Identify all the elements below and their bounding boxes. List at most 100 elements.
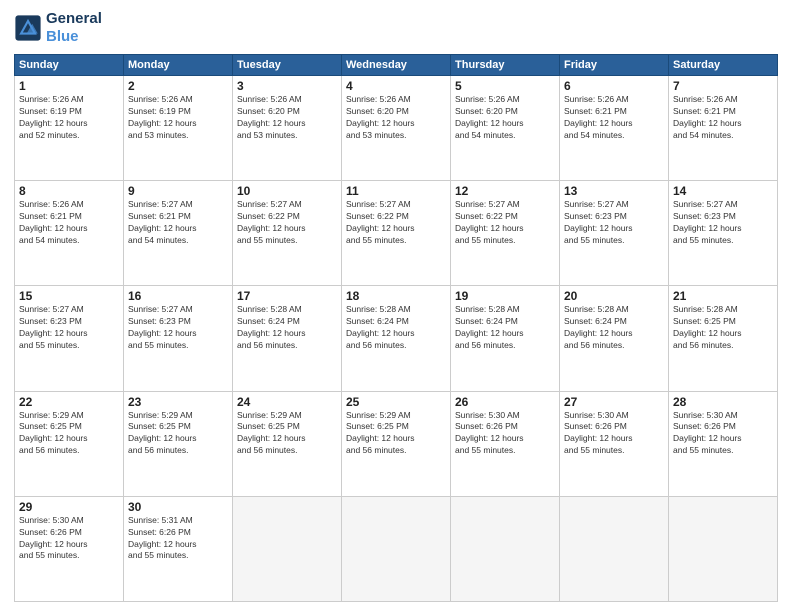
cell-content: Sunrise: 5:30 AMSunset: 6:26 PMDaylight:… xyxy=(673,410,773,458)
day-number: 17 xyxy=(237,289,337,303)
weekday-header: Thursday xyxy=(451,55,560,76)
calendar-cell: 27Sunrise: 5:30 AMSunset: 6:26 PMDayligh… xyxy=(560,391,669,496)
calendar-week-row: 22Sunrise: 5:29 AMSunset: 6:25 PMDayligh… xyxy=(15,391,778,496)
calendar-cell: 14Sunrise: 5:27 AMSunset: 6:23 PMDayligh… xyxy=(669,181,778,286)
calendar-week-row: 15Sunrise: 5:27 AMSunset: 6:23 PMDayligh… xyxy=(15,286,778,391)
weekday-header: Wednesday xyxy=(342,55,451,76)
day-number: 6 xyxy=(564,79,664,93)
day-number: 9 xyxy=(128,184,228,198)
day-number: 30 xyxy=(128,500,228,514)
calendar-cell: 20Sunrise: 5:28 AMSunset: 6:24 PMDayligh… xyxy=(560,286,669,391)
day-number: 27 xyxy=(564,395,664,409)
calendar-cell: 12Sunrise: 5:27 AMSunset: 6:22 PMDayligh… xyxy=(451,181,560,286)
day-number: 21 xyxy=(673,289,773,303)
calendar-cell: 24Sunrise: 5:29 AMSunset: 6:25 PMDayligh… xyxy=(233,391,342,496)
cell-content: Sunrise: 5:27 AMSunset: 6:22 PMDaylight:… xyxy=(346,199,446,247)
calendar-cell xyxy=(233,496,342,601)
calendar-week-row: 1Sunrise: 5:26 AMSunset: 6:19 PMDaylight… xyxy=(15,76,778,181)
calendar-header-row: SundayMondayTuesdayWednesdayThursdayFrid… xyxy=(15,55,778,76)
calendar-cell xyxy=(560,496,669,601)
cell-content: Sunrise: 5:26 AMSunset: 6:21 PMDaylight:… xyxy=(564,94,664,142)
calendar-cell xyxy=(342,496,451,601)
day-number: 25 xyxy=(346,395,446,409)
calendar-cell: 16Sunrise: 5:27 AMSunset: 6:23 PMDayligh… xyxy=(124,286,233,391)
day-number: 13 xyxy=(564,184,664,198)
day-number: 4 xyxy=(346,79,446,93)
day-number: 3 xyxy=(237,79,337,93)
cell-content: Sunrise: 5:28 AMSunset: 6:24 PMDaylight:… xyxy=(564,304,664,352)
calendar-week-row: 29Sunrise: 5:30 AMSunset: 6:26 PMDayligh… xyxy=(15,496,778,601)
weekday-header: Monday xyxy=(124,55,233,76)
calendar-cell xyxy=(451,496,560,601)
calendar-cell: 7Sunrise: 5:26 AMSunset: 6:21 PMDaylight… xyxy=(669,76,778,181)
day-number: 29 xyxy=(19,500,119,514)
day-number: 26 xyxy=(455,395,555,409)
calendar-cell: 6Sunrise: 5:26 AMSunset: 6:21 PMDaylight… xyxy=(560,76,669,181)
day-number: 24 xyxy=(237,395,337,409)
weekday-header: Sunday xyxy=(15,55,124,76)
day-number: 7 xyxy=(673,79,773,93)
logo-text: General Blue xyxy=(46,10,102,46)
calendar-cell: 18Sunrise: 5:28 AMSunset: 6:24 PMDayligh… xyxy=(342,286,451,391)
logo: General Blue xyxy=(14,10,102,46)
cell-content: Sunrise: 5:28 AMSunset: 6:24 PMDaylight:… xyxy=(346,304,446,352)
cell-content: Sunrise: 5:30 AMSunset: 6:26 PMDaylight:… xyxy=(564,410,664,458)
day-number: 10 xyxy=(237,184,337,198)
day-number: 19 xyxy=(455,289,555,303)
cell-content: Sunrise: 5:27 AMSunset: 6:23 PMDaylight:… xyxy=(128,304,228,352)
calendar-cell: 17Sunrise: 5:28 AMSunset: 6:24 PMDayligh… xyxy=(233,286,342,391)
calendar-cell: 15Sunrise: 5:27 AMSunset: 6:23 PMDayligh… xyxy=(15,286,124,391)
cell-content: Sunrise: 5:28 AMSunset: 6:24 PMDaylight:… xyxy=(455,304,555,352)
cell-content: Sunrise: 5:31 AMSunset: 6:26 PMDaylight:… xyxy=(128,515,228,563)
day-number: 23 xyxy=(128,395,228,409)
day-number: 11 xyxy=(346,184,446,198)
calendar-cell: 2Sunrise: 5:26 AMSunset: 6:19 PMDaylight… xyxy=(124,76,233,181)
day-number: 5 xyxy=(455,79,555,93)
calendar-cell: 26Sunrise: 5:30 AMSunset: 6:26 PMDayligh… xyxy=(451,391,560,496)
calendar-cell: 9Sunrise: 5:27 AMSunset: 6:21 PMDaylight… xyxy=(124,181,233,286)
logo-icon xyxy=(14,14,42,42)
calendar-cell: 13Sunrise: 5:27 AMSunset: 6:23 PMDayligh… xyxy=(560,181,669,286)
calendar-cell: 19Sunrise: 5:28 AMSunset: 6:24 PMDayligh… xyxy=(451,286,560,391)
cell-content: Sunrise: 5:29 AMSunset: 6:25 PMDaylight:… xyxy=(128,410,228,458)
cell-content: Sunrise: 5:26 AMSunset: 6:21 PMDaylight:… xyxy=(19,199,119,247)
day-number: 20 xyxy=(564,289,664,303)
calendar-cell: 30Sunrise: 5:31 AMSunset: 6:26 PMDayligh… xyxy=(124,496,233,601)
cell-content: Sunrise: 5:27 AMSunset: 6:23 PMDaylight:… xyxy=(19,304,119,352)
calendar-cell: 28Sunrise: 5:30 AMSunset: 6:26 PMDayligh… xyxy=(669,391,778,496)
weekday-header: Tuesday xyxy=(233,55,342,76)
header: General Blue xyxy=(14,10,778,46)
calendar-cell: 3Sunrise: 5:26 AMSunset: 6:20 PMDaylight… xyxy=(233,76,342,181)
cell-content: Sunrise: 5:29 AMSunset: 6:25 PMDaylight:… xyxy=(19,410,119,458)
cell-content: Sunrise: 5:27 AMSunset: 6:22 PMDaylight:… xyxy=(237,199,337,247)
day-number: 18 xyxy=(346,289,446,303)
calendar-cell: 23Sunrise: 5:29 AMSunset: 6:25 PMDayligh… xyxy=(124,391,233,496)
cell-content: Sunrise: 5:27 AMSunset: 6:23 PMDaylight:… xyxy=(673,199,773,247)
calendar-cell: 29Sunrise: 5:30 AMSunset: 6:26 PMDayligh… xyxy=(15,496,124,601)
cell-content: Sunrise: 5:28 AMSunset: 6:24 PMDaylight:… xyxy=(237,304,337,352)
calendar-cell: 25Sunrise: 5:29 AMSunset: 6:25 PMDayligh… xyxy=(342,391,451,496)
cell-content: Sunrise: 5:29 AMSunset: 6:25 PMDaylight:… xyxy=(237,410,337,458)
weekday-header: Saturday xyxy=(669,55,778,76)
day-number: 12 xyxy=(455,184,555,198)
day-number: 1 xyxy=(19,79,119,93)
cell-content: Sunrise: 5:26 AMSunset: 6:19 PMDaylight:… xyxy=(128,94,228,142)
cell-content: Sunrise: 5:26 AMSunset: 6:20 PMDaylight:… xyxy=(346,94,446,142)
day-number: 8 xyxy=(19,184,119,198)
cell-content: Sunrise: 5:30 AMSunset: 6:26 PMDaylight:… xyxy=(19,515,119,563)
weekday-header: Friday xyxy=(560,55,669,76)
cell-content: Sunrise: 5:29 AMSunset: 6:25 PMDaylight:… xyxy=(346,410,446,458)
calendar-week-row: 8Sunrise: 5:26 AMSunset: 6:21 PMDaylight… xyxy=(15,181,778,286)
cell-content: Sunrise: 5:27 AMSunset: 6:21 PMDaylight:… xyxy=(128,199,228,247)
cell-content: Sunrise: 5:26 AMSunset: 6:20 PMDaylight:… xyxy=(237,94,337,142)
cell-content: Sunrise: 5:30 AMSunset: 6:26 PMDaylight:… xyxy=(455,410,555,458)
cell-content: Sunrise: 5:26 AMSunset: 6:21 PMDaylight:… xyxy=(673,94,773,142)
calendar-cell: 21Sunrise: 5:28 AMSunset: 6:25 PMDayligh… xyxy=(669,286,778,391)
day-number: 15 xyxy=(19,289,119,303)
day-number: 16 xyxy=(128,289,228,303)
calendar-cell: 11Sunrise: 5:27 AMSunset: 6:22 PMDayligh… xyxy=(342,181,451,286)
calendar-cell: 8Sunrise: 5:26 AMSunset: 6:21 PMDaylight… xyxy=(15,181,124,286)
cell-content: Sunrise: 5:26 AMSunset: 6:19 PMDaylight:… xyxy=(19,94,119,142)
cell-content: Sunrise: 5:27 AMSunset: 6:22 PMDaylight:… xyxy=(455,199,555,247)
cell-content: Sunrise: 5:26 AMSunset: 6:20 PMDaylight:… xyxy=(455,94,555,142)
